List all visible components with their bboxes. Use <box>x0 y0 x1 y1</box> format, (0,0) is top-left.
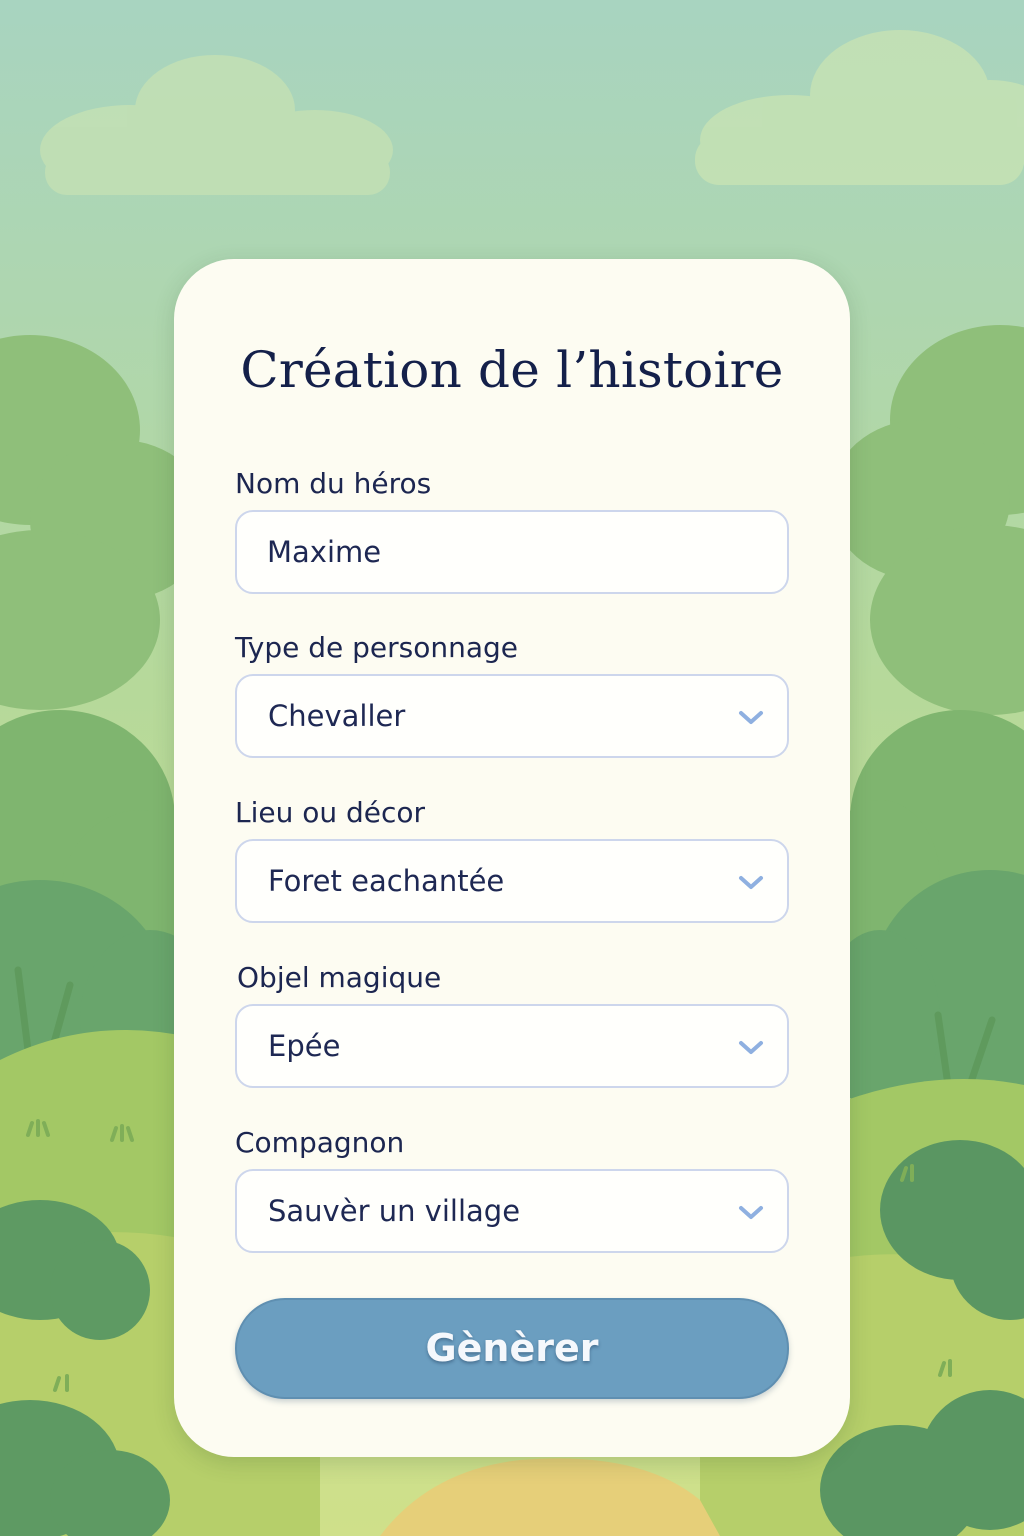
setting-label: Lieu ou décor <box>235 796 426 829</box>
hero-name-value: Maxime <box>267 535 382 569</box>
generate-button[interactable]: Gènèrer <box>235 1298 789 1399</box>
companion-value: Sauvèr un village <box>268 1194 521 1228</box>
chevron-down-icon <box>739 1041 763 1054</box>
character-type-value: Chevaller <box>268 699 406 733</box>
setting-select[interactable]: Foret eachantée <box>235 839 789 923</box>
companion-select[interactable]: Sauvèr un village <box>235 1169 789 1253</box>
magic-object-select[interactable]: Epée <box>235 1004 789 1088</box>
character-type-label: Type de personnage <box>235 631 518 664</box>
hero-name-input[interactable]: Maxime <box>235 510 789 594</box>
chevron-down-icon <box>739 1206 763 1219</box>
companion-label: Compagnon <box>235 1126 405 1159</box>
setting-value: Foret eachantée <box>268 864 505 898</box>
chevron-down-icon <box>739 711 763 724</box>
magic-object-label: Objel magique <box>237 961 442 994</box>
form-title: Création de l’histoire <box>240 341 784 399</box>
hero-name-label: Nom du héros <box>235 467 432 500</box>
character-type-select[interactable]: Chevaller <box>235 674 789 758</box>
chevron-down-icon <box>739 876 763 889</box>
story-form-card: Création de l’histoire Nom du héros Maxi… <box>174 259 850 1457</box>
magic-object-value: Epée <box>268 1029 341 1063</box>
